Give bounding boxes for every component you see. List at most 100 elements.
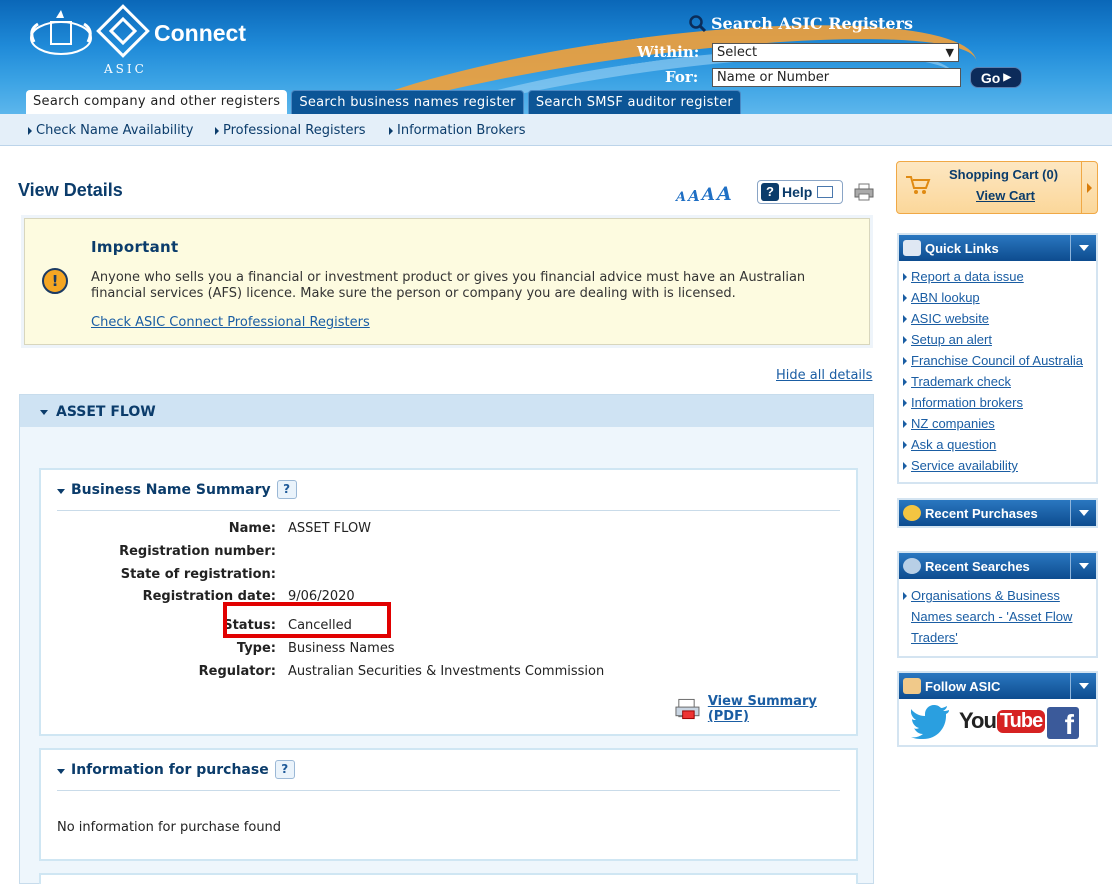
hide-all-details-link[interactable]: Hide all details <box>776 368 872 383</box>
subnav-label: Information Brokers <box>397 123 526 138</box>
help-question-icon[interactable]: ? <box>276 480 297 499</box>
arrow-right-icon <box>903 335 907 344</box>
font-size-xlarge-icon[interactable]: A <box>717 183 732 205</box>
shopping-cart-icon <box>906 176 931 194</box>
summary-row-state: State of registration: <box>41 567 856 587</box>
within-select[interactable]: Select ▼ <box>712 43 959 62</box>
subnav-check-name-availability[interactable]: Check Name Availability <box>28 123 193 138</box>
subnav-professional-registers[interactable]: Professional Registers <box>215 123 366 138</box>
quick-link-service-availability[interactable]: Service availability <box>903 455 1096 476</box>
recent-searches-box: Recent Searches Organisations & Business… <box>897 551 1098 658</box>
entity-header[interactable]: ASSET FLOW <box>20 395 873 427</box>
asic-org-label: ASIC <box>104 62 147 76</box>
view-summary-pdf-link[interactable]: View Summary (PDF) <box>675 694 856 724</box>
quick-link-label: Ask a question <box>911 437 997 452</box>
purchase-panel-header[interactable]: Information for purchase ? <box>57 760 840 791</box>
help-button[interactable]: ? Help <box>757 180 843 204</box>
quick-link-abn-lookup[interactable]: ABN lookup <box>903 287 1096 308</box>
question-icon: ? <box>761 183 779 201</box>
summary-key: Regulator: <box>198 664 276 679</box>
font-size-small-icon[interactable]: A <box>676 190 686 205</box>
youtube-tube-text: Tube <box>996 709 1046 733</box>
print-icon[interactable] <box>854 183 874 201</box>
cart-arrow-icon[interactable] <box>1081 162 1097 213</box>
font-size-controls[interactable]: A A A A <box>676 183 732 205</box>
magnifier-icon <box>903 558 921 574</box>
summary-row-name: Name: ASSET FLOW <box>41 521 856 541</box>
tab-search-business-names[interactable]: Search business names register <box>291 90 524 114</box>
entity-section: ASSET FLOW Business Name Summary ? Name:… <box>19 394 874 884</box>
summary-panel-header[interactable]: Business Name Summary ? <box>57 480 840 511</box>
quick-link-setup-alert[interactable]: Setup an alert <box>903 329 1096 350</box>
entity-name-text: ASSET FLOW <box>56 404 156 420</box>
go-button[interactable]: Go ▶ <box>970 67 1022 88</box>
arrow-right-icon <box>215 126 219 135</box>
facebook-icon[interactable]: f <box>1047 707 1079 739</box>
shopping-cart-box[interactable]: Shopping Cart (0) View Cart <box>896 161 1098 214</box>
warning-icon: ! <box>42 268 68 294</box>
search-input[interactable]: Name or Number <box>712 68 961 87</box>
arrow-right-icon <box>28 126 32 135</box>
quick-link-nz-companies[interactable]: NZ companies <box>903 413 1096 434</box>
tab-search-company[interactable]: Search company and other registers <box>26 90 288 114</box>
quick-link-asic-website[interactable]: ASIC website <box>903 308 1096 329</box>
quick-links-title: Quick Links <box>925 240 999 256</box>
twitter-icon[interactable] <box>911 705 951 739</box>
follow-asic-box: Follow ASIC You Tube f <box>897 671 1098 747</box>
chevron-down-icon: ▼ <box>945 46 954 59</box>
subnav-information-brokers[interactable]: Information Brokers <box>389 123 526 138</box>
next-panel <box>39 873 858 884</box>
arrow-right-icon <box>903 419 907 428</box>
within-select-value: Select <box>717 45 758 60</box>
arrow-right-icon <box>903 314 907 323</box>
view-summary-pdf-text: View Summary (PDF) <box>707 694 817 724</box>
important-notice: ! Important Anyone who sells you a finan… <box>24 218 870 345</box>
quick-link-information-brokers[interactable]: Information brokers <box>903 392 1096 413</box>
chevron-down-icon[interactable] <box>1070 673 1096 699</box>
status-highlight-box <box>223 602 391 638</box>
chevron-down-icon[interactable] <box>1070 553 1096 579</box>
search-registers-title: Search ASIC Registers <box>688 14 913 33</box>
arrow-right-icon <box>903 356 907 365</box>
quick-link-trademark-check[interactable]: Trademark check <box>903 371 1096 392</box>
quick-links-header[interactable]: Quick Links <box>899 235 1096 261</box>
view-cart-link[interactable]: View Cart <box>976 188 1035 203</box>
help-question-icon[interactable]: ? <box>274 760 295 779</box>
summary-title: Business Name Summary <box>71 482 271 498</box>
purchase-title: Information for purchase <box>71 762 269 778</box>
subnav-label: Check Name Availability <box>36 123 194 138</box>
arrow-right-icon <box>903 398 907 407</box>
professional-registers-link[interactable]: Check ASIC Connect Professional Register… <box>91 315 370 330</box>
recent-purchases-header[interactable]: Recent Purchases <box>899 500 1096 526</box>
arrow-right-icon <box>903 440 907 449</box>
quick-link-label: Report a data issue <box>911 269 1024 284</box>
font-size-medium-icon[interactable]: A <box>688 187 700 205</box>
chevron-down-icon[interactable] <box>1070 500 1096 526</box>
subnav-label: Professional Registers <box>223 123 366 138</box>
brand-name[interactable]: Connect <box>154 20 246 47</box>
people-icon <box>903 678 921 694</box>
summary-row-type: Type: Business Names <box>41 641 856 661</box>
go-button-label: Go <box>980 69 1001 86</box>
tab-search-smsf-auditor[interactable]: Search SMSF auditor register <box>527 90 742 114</box>
for-label: For: <box>665 68 699 86</box>
recent-searches-header[interactable]: Recent Searches <box>899 553 1096 579</box>
recent-search-item[interactable]: Organisations & Business Names search - … <box>899 579 1096 656</box>
no-purchase-text: No information for purchase found <box>57 820 282 835</box>
pdf-document-icon <box>675 698 700 720</box>
summary-row-regulator: Regulator: Australian Securities & Inves… <box>41 664 856 684</box>
arrow-right-icon <box>389 126 393 135</box>
collapse-caret-icon <box>57 769 65 774</box>
chevron-down-icon[interactable] <box>1070 235 1096 261</box>
quick-link-report-data-issue[interactable]: Report a data issue <box>903 266 1096 287</box>
register-tabs: Search company and other registers Searc… <box>26 90 742 114</box>
facebook-letter: f <box>1064 709 1074 739</box>
summary-key: State of registration: <box>120 567 276 582</box>
quick-link-ask-question[interactable]: Ask a question <box>903 434 1096 455</box>
youtube-icon[interactable]: You Tube <box>959 708 1046 734</box>
arrow-right-icon <box>903 293 907 302</box>
site-header: ASIC Connect Search ASIC Registers Withi… <box>0 0 1112 114</box>
font-size-large-icon[interactable]: A <box>702 185 715 205</box>
quick-link-franchise-council[interactable]: Franchise Council of Australia <box>903 350 1096 371</box>
follow-asic-header[interactable]: Follow ASIC <box>899 673 1096 699</box>
